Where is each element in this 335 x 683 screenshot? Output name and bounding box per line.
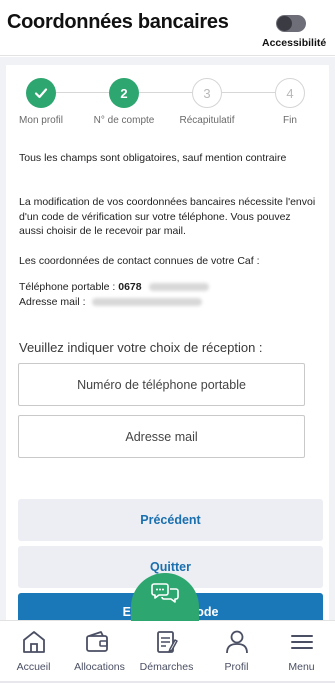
- nav-label: Menu: [288, 661, 315, 673]
- step-2-current: 2: [109, 78, 139, 108]
- toggle-knob: [277, 16, 292, 31]
- nav-item-accueil[interactable]: Accueil: [0, 621, 67, 683]
- nav-label: Profil: [224, 661, 249, 673]
- choice-phone-button[interactable]: Numéro de téléphone portable: [18, 363, 305, 406]
- nav-label: Accueil: [16, 661, 51, 673]
- contacts-intro: Les coordonnées de contact connues de vo…: [19, 255, 260, 267]
- mandatory-note: Tous les champs sont obligatoires, sauf …: [19, 152, 287, 164]
- page-header: Coordonnées bancaires Accessibilité: [0, 0, 335, 56]
- phone-label: Téléphone portable :: [19, 281, 116, 293]
- intro-text: La modification de vos coordonnées banca…: [19, 196, 316, 237]
- choice-title: Veuillez indiquer votre choix de récepti…: [19, 340, 263, 355]
- home-icon: [20, 628, 48, 656]
- step-3: 3: [192, 78, 222, 108]
- check-icon: [34, 88, 48, 99]
- main-content[interactable]: 2 3 4 Mon profil N° de compte Récapitula…: [0, 57, 335, 635]
- phone-row: Téléphone portable : 0678: [19, 280, 319, 295]
- phone-redacted: [148, 283, 209, 292]
- wallet-icon: [83, 628, 111, 656]
- nav-label: Démarches: [139, 661, 194, 673]
- bottom-navigation: Accueil Allocations Démarches Profil Men…: [0, 620, 335, 683]
- phone-value: 0678: [118, 281, 142, 293]
- nav-item-menu[interactable]: Menu: [268, 621, 335, 683]
- step-connector: [222, 92, 275, 93]
- step-3-label: Récapitulatif: [179, 115, 235, 126]
- document-edit-icon: [153, 628, 181, 656]
- menu-icon: [288, 628, 316, 656]
- choice-mail-button[interactable]: Adresse mail: [18, 415, 305, 458]
- step-1-label: Mon profil: [19, 115, 63, 126]
- nav-label: Allocations: [74, 661, 125, 673]
- step-connector: [56, 92, 109, 93]
- mail-label: Adresse mail :: [19, 296, 86, 308]
- form-panel: 2 3 4 Mon profil N° de compte Récapitula…: [6, 65, 329, 635]
- accessibility-toggle[interactable]: [276, 15, 306, 32]
- step-1-done: [26, 78, 56, 108]
- step-4-label: Fin: [283, 115, 297, 126]
- nav-item-demarches[interactable]: Démarches: [133, 621, 200, 683]
- step-connector: [139, 92, 192, 93]
- nav-item-allocations[interactable]: Allocations: [63, 621, 130, 683]
- previous-button[interactable]: Précédent: [18, 499, 323, 541]
- step-4: 4: [275, 78, 305, 108]
- chat-bubbles-icon: [151, 583, 179, 603]
- progress-stepper: 2 3 4 Mon profil N° de compte Récapitula…: [6, 75, 329, 126]
- mail-row: Adresse mail :: [19, 295, 319, 310]
- step-2-label: N° de compte: [93, 115, 155, 126]
- nav-item-profil[interactable]: Profil: [203, 621, 270, 683]
- user-icon: [223, 628, 251, 656]
- mail-redacted: [92, 298, 203, 307]
- page-title: Coordonnées bancaires: [7, 11, 229, 33]
- accessibility-label: Accessibilité: [262, 37, 327, 49]
